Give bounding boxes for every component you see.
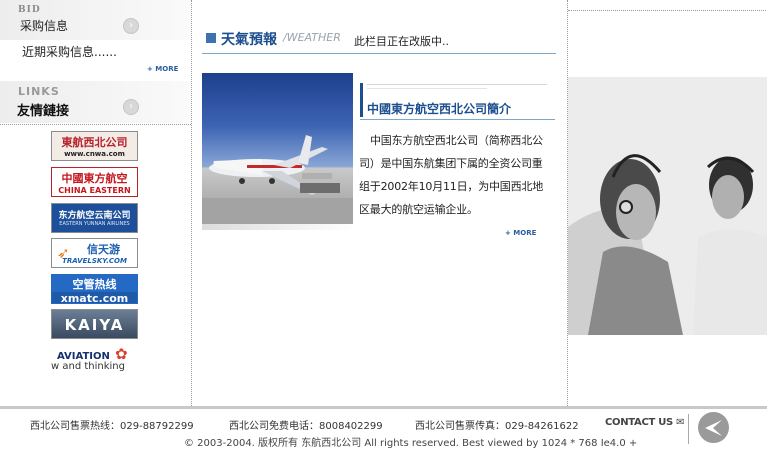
logo-link-aviation[interactable]: AVIATION w and thinking ✿ <box>51 345 138 375</box>
logo-link-kaiya[interactable]: KAIYA <box>51 309 138 339</box>
call-center-photo <box>568 77 767 335</box>
weather-title-en-text: WEATHER <box>286 31 341 44</box>
arrow-right-icon[interactable]: › <box>123 99 139 115</box>
bid-title: 采购信息 <box>20 19 69 33</box>
logo-text: 中國東方航空 <box>61 172 128 185</box>
operators-illustration <box>568 77 767 335</box>
top-strip <box>568 0 767 11</box>
logo-link-cnwa[interactable]: 東航西北公司 www.cnwa.com <box>51 131 138 161</box>
bid-item-link[interactable]: 近期采购信息...... <box>22 43 117 60</box>
left-column: BID 采购信息 › 近期采购信息...... + MORE LINKS 友情鏈… <box>0 0 192 406</box>
airplane-photo <box>202 73 353 224</box>
contact-us-label: CONTACT US <box>605 417 673 428</box>
logo-link-china-eastern[interactable]: 中國東方航空 CHINA EASTERN <box>51 167 138 197</box>
footer-free-call: 西北公司免费电话：8008402299 <box>229 421 383 432</box>
company-more-link[interactable]: + MORE <box>505 229 536 237</box>
logo-link-yunnan[interactable]: 东方航空云南公司 EASTERN YUNNAN AIRLINES <box>51 203 138 233</box>
title-bar <box>360 83 363 117</box>
footer-copyright: © 2003-2004. 版权所有 东航西北公司 All rights rese… <box>184 438 638 449</box>
contact-us-link[interactable]: CONTACT US ✉ <box>605 417 685 428</box>
main-content: 天氣預報 /WEATHER 此栏目正在改版中.. 中國東方航空西北公司簡介 中国… <box>192 0 566 406</box>
company-intro: 中国东方航空西北公司（简称西北公司）是中国东航集团下属的全资公司重组于2002年… <box>359 134 543 216</box>
logo-link-travelsky[interactable]: 信天游 TRAVELSKY.COM ➶ <box>51 238 138 268</box>
bullet-icon <box>206 33 216 43</box>
china-eastern-emblem-icon <box>698 412 729 443</box>
logo-text: EASTERN YUNNAN AIRLINES <box>59 221 130 227</box>
logo-text: www.cnwa.com <box>64 150 125 158</box>
footer: 西北公司售票热线：029-88792299 西北公司免费电话：800840229… <box>0 406 767 454</box>
logo-text: CHINA EASTERN <box>58 186 131 195</box>
bid-header: BID 采购信息 › <box>0 0 191 40</box>
logo-text: 東航西北公司 <box>61 136 128 149</box>
deco-line <box>367 84 547 85</box>
bid-more-link[interactable]: + MORE <box>147 65 178 73</box>
flower-icon: ✿ <box>115 345 128 363</box>
airplane-icon <box>202 135 353 224</box>
photo-shadow <box>202 224 357 230</box>
links-title: 友情鏈接 <box>17 104 70 119</box>
footer-hotline: 西北公司售票热线：029-88792299 <box>30 421 194 432</box>
right-column <box>567 0 767 406</box>
company-title: 中國東方航空西北公司簡介 <box>367 102 512 116</box>
logo-text: 空管热线 <box>72 278 117 291</box>
divider <box>688 414 689 444</box>
logo-text: xmatc.com <box>52 292 137 303</box>
logo-text: KAIYA <box>64 316 125 334</box>
footer-fax: 西北公司售票传真：029-84261622 <box>415 421 579 432</box>
deco-line <box>367 88 487 89</box>
logo-link-xmatc[interactable]: 空管热线 xmatc.com <box>51 274 138 304</box>
arrow-right-icon[interactable]: › <box>123 18 139 34</box>
divider <box>360 119 555 120</box>
divider <box>202 53 556 54</box>
weather-title: 天氣預報 <box>221 32 277 48</box>
weather-title-en: /WEATHER <box>283 31 341 44</box>
bid-title-en: BID <box>18 5 41 15</box>
links-header: LINKS 友情鏈接 › <box>0 81 191 123</box>
swirl-icon: ➶ <box>57 244 70 262</box>
envelope-icon: ✉ <box>676 417 685 428</box>
weather-notice: 此栏目正在改版中.. <box>354 35 449 48</box>
divider <box>0 124 191 125</box>
links-title-en: LINKS <box>18 85 60 98</box>
logo-text: 东方航空云南公司 <box>58 211 131 221</box>
